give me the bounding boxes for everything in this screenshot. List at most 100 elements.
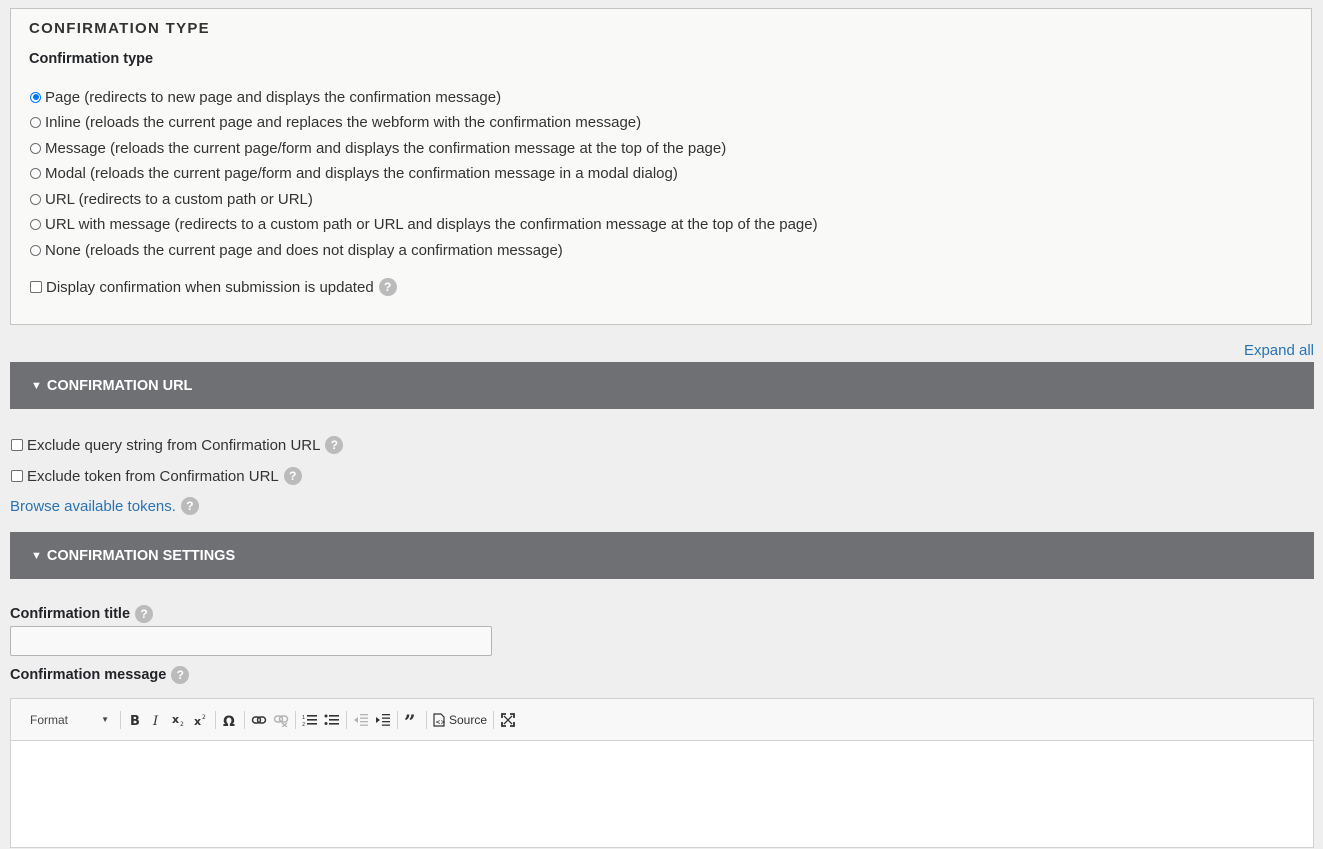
- svg-text:x: x: [194, 715, 201, 727]
- radio-label: Inline (reloads the current page and rep…: [45, 113, 642, 131]
- radio-option-url[interactable]: URL (redirects to a custom path or URL): [29, 189, 313, 209]
- svg-text:B: B: [130, 714, 140, 727]
- numbered-list-icon: 12: [302, 714, 317, 727]
- confirmation-title-label: Confirmation title ?: [10, 605, 154, 623]
- superscript-button[interactable]: x2: [190, 708, 212, 732]
- italic-icon: I: [152, 714, 159, 727]
- editor-toolbar: Format ▼ B I x2 x2 Ω 12 ” <> Source: [11, 699, 1313, 741]
- help-icon[interactable]: ?: [283, 467, 302, 485]
- toolbar-separator: [493, 710, 495, 729]
- collapse-triangle-icon: ▼: [31, 379, 42, 392]
- maximize-button[interactable]: [497, 708, 519, 732]
- checkbox-label: Display confirmation when submission is …: [46, 278, 374, 296]
- browse-tokens-link[interactable]: Browse available tokens.: [10, 498, 176, 515]
- summary-title: CONFIRMATION SETTINGS: [46, 547, 236, 564]
- display-on-update-checkbox-row[interactable]: Display confirmation when submission is …: [29, 277, 397, 297]
- radio-label: Page (redirects to new page and displays…: [45, 88, 502, 106]
- checkbox-label: Exclude query string from Confirmation U…: [27, 436, 321, 454]
- help-icon[interactable]: ?: [171, 666, 190, 684]
- indent-button[interactable]: [372, 708, 394, 732]
- confirmation-settings-summary[interactable]: ▼ CONFIRMATION SETTINGS: [10, 532, 1314, 579]
- format-dropdown[interactable]: Format ▼: [21, 708, 117, 732]
- svg-text:Ω: Ω: [223, 714, 235, 727]
- toolbar-separator: [215, 710, 216, 729]
- editor-content-area[interactable]: [11, 741, 1313, 849]
- bold-button[interactable]: B: [124, 708, 146, 732]
- chevron-down-icon: ▼: [101, 715, 109, 724]
- radio-option-page[interactable]: Page (redirects to new page and displays…: [29, 87, 501, 107]
- browse-tokens-row: Browse available tokens. ?: [10, 496, 199, 516]
- expand-all-link[interactable]: Expand all: [1244, 342, 1314, 359]
- maximize-icon: [501, 712, 515, 727]
- blockquote-icon: ”: [404, 713, 416, 727]
- radio-icon[interactable]: [30, 116, 41, 128]
- confirmation-type-label: Confirmation type: [29, 51, 154, 67]
- help-icon[interactable]: ?: [378, 278, 397, 296]
- radio-label: Modal (reloads the current page/form and…: [45, 164, 678, 182]
- unlink-button[interactable]: [270, 708, 292, 732]
- outdent-icon: [354, 713, 368, 726]
- fieldset-legend: CONFIRMATION TYPE: [29, 20, 210, 37]
- help-icon[interactable]: ?: [180, 497, 199, 515]
- bulleted-list-icon: [324, 714, 339, 725]
- display-on-update-checkbox[interactable]: [30, 281, 42, 293]
- collapse-triangle-icon: ▼: [31, 549, 42, 562]
- svg-text:x: x: [172, 713, 179, 726]
- toolbar-separator: [244, 710, 245, 729]
- help-icon[interactable]: ?: [135, 605, 154, 623]
- radio-icon[interactable]: [30, 91, 41, 103]
- field-label-text: Confirmation title: [10, 606, 131, 622]
- exclude-query-checkbox-row[interactable]: Exclude query string from Confirmation U…: [10, 435, 344, 455]
- italic-button[interactable]: I: [146, 708, 168, 732]
- svg-text:2: 2: [202, 714, 206, 721]
- outdent-button[interactable]: [350, 708, 372, 732]
- svg-text:1: 1: [302, 715, 305, 721]
- toolbar-separator: [295, 710, 296, 729]
- blockquote-button[interactable]: ”: [401, 708, 423, 732]
- help-icon[interactable]: ?: [325, 436, 344, 454]
- radio-option-message[interactable]: Message (reloads the current page/form a…: [29, 138, 726, 158]
- toolbar-separator: [346, 710, 347, 729]
- superscript-icon: x2: [194, 714, 206, 727]
- link-button[interactable]: [248, 708, 270, 732]
- exclude-token-checkbox[interactable]: [11, 470, 23, 482]
- exclude-query-checkbox[interactable]: [11, 439, 23, 451]
- svg-text:”: ”: [404, 713, 416, 727]
- exclude-token-checkbox-row[interactable]: Exclude token from Confirmation URL ?: [10, 466, 302, 486]
- numbered-list-button[interactable]: 12: [299, 708, 321, 732]
- subscript-icon: x2: [172, 713, 184, 727]
- radio-icon[interactable]: [30, 193, 41, 205]
- bold-icon: B: [130, 714, 140, 727]
- radio-option-none[interactable]: None (reloads the current page and does …: [29, 240, 563, 260]
- field-label-text: Confirmation message: [10, 667, 167, 683]
- confirmation-message-label: Confirmation message ?: [10, 666, 190, 684]
- radio-label: URL with message (redirects to a custom …: [45, 215, 818, 233]
- special-char-button[interactable]: Ω: [219, 708, 241, 732]
- radio-option-modal[interactable]: Modal (reloads the current page/form and…: [29, 163, 678, 183]
- confirmation-url-summary[interactable]: ▼ CONFIRMATION URL: [10, 362, 1314, 409]
- confirmation-message-editor: Format ▼ B I x2 x2 Ω 12 ” <> Source: [10, 698, 1314, 848]
- radio-option-inline[interactable]: Inline (reloads the current page and rep…: [29, 112, 641, 132]
- source-button[interactable]: <> Source: [430, 708, 490, 732]
- source-label: Source: [449, 712, 488, 727]
- checkbox-label: Exclude token from Confirmation URL: [27, 467, 279, 485]
- svg-text:2: 2: [180, 721, 184, 727]
- bulleted-list-button[interactable]: [321, 708, 343, 732]
- toolbar-separator: [397, 710, 398, 729]
- link-icon: [251, 715, 267, 724]
- special-char-icon: Ω: [223, 714, 235, 727]
- radio-label: None (reloads the current page and does …: [45, 241, 563, 259]
- indent-icon: [376, 713, 390, 726]
- radio-label: URL (redirects to a custom path or URL): [45, 190, 313, 208]
- radio-icon[interactable]: [30, 244, 41, 256]
- toolbar-separator: [426, 710, 427, 729]
- subscript-button[interactable]: x2: [168, 708, 190, 732]
- radio-icon[interactable]: [30, 167, 41, 179]
- radio-icon[interactable]: [30, 218, 41, 230]
- toolbar-separator: [120, 710, 121, 729]
- radio-option-url-message[interactable]: URL with message (redirects to a custom …: [29, 214, 818, 234]
- confirmation-title-input[interactable]: [10, 626, 492, 656]
- confirmation-type-fieldset: CONFIRMATION TYPE Confirmation type Page…: [10, 8, 1312, 325]
- radio-icon[interactable]: [30, 142, 41, 154]
- svg-text:2: 2: [302, 722, 305, 727]
